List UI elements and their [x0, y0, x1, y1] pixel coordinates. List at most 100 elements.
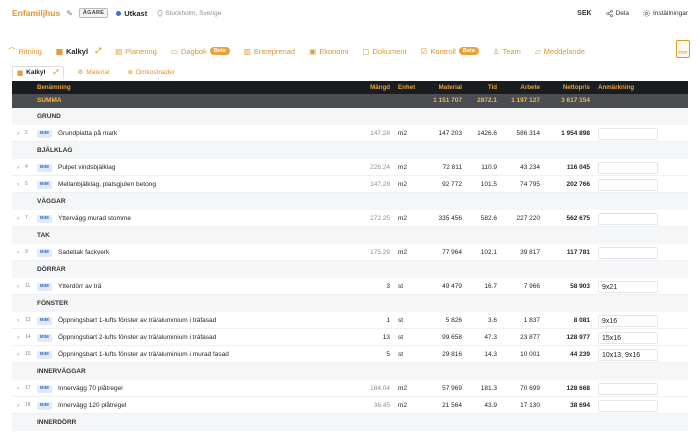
pdf-document-icon[interactable]: PDF	[676, 40, 690, 58]
group-name: INNERVÄGGAR	[37, 368, 86, 375]
item-work: 74 795	[520, 181, 540, 188]
note-field[interactable]: 9x21	[598, 281, 658, 293]
share-button[interactable]: Dela	[605, 10, 629, 17]
col-material-header[interactable]: Material	[439, 81, 462, 94]
item-material: 335 456	[438, 215, 463, 222]
expand-chevron-icon[interactable]: ›	[17, 397, 19, 414]
bim-badge: BIM	[37, 316, 52, 325]
item-unit: st	[398, 283, 404, 290]
item-net: 128 977	[566, 334, 591, 341]
sub-tabs: ▦ Kalkyl ⤢ ⚙ Material ⊕ Omkostnader	[12, 64, 179, 80]
tab-ekonomi[interactable]: ▣ Ekonomi	[309, 47, 348, 56]
tab-ritning[interactable]: ⌒ Ritning	[8, 46, 42, 57]
top-actions: SEK Dela Inställningar	[577, 0, 688, 26]
tab-kalkyl[interactable]: ▦ Kalkyl ⤢	[56, 46, 101, 56]
location-text: Stockholm, Sverige	[165, 9, 222, 17]
item-net: 38 694	[570, 402, 590, 409]
expand-chevron-icon[interactable]: ›	[17, 329, 19, 346]
item-qty: 5	[386, 351, 390, 358]
note-field[interactable]	[598, 179, 658, 191]
tab-team[interactable]: ♙ Team	[493, 47, 521, 56]
subtab-material[interactable]: ⚙ Material	[74, 66, 114, 78]
item-work: 43 234	[520, 164, 540, 171]
group-row: TAK	[12, 227, 688, 244]
table-row[interactable]: › 9 BIM Sadeltak fackverk 175.29 m2 77 964 102.…	[12, 244, 688, 261]
expand-chevron-icon[interactable]: ›	[17, 346, 19, 363]
table-row[interactable]: › 4 BIM Pulpet vindsbjälklag 226.24 m2 72 811 1…	[12, 159, 688, 176]
item-net: 562 675	[566, 215, 591, 222]
bim-badge: BIM	[37, 129, 52, 138]
subtab-kalkyl[interactable]: ▦ Kalkyl ⤢	[12, 65, 64, 79]
item-qty: 36.45	[373, 402, 390, 409]
note-field[interactable]	[598, 247, 658, 259]
expand-chevron-icon[interactable]: ›	[17, 278, 19, 295]
note-field[interactable]	[598, 400, 658, 412]
expand-chevron-icon[interactable]: ›	[17, 176, 19, 193]
tab-planering[interactable]: ▤ Planering	[115, 47, 157, 56]
note-field[interactable]: 10x13, 9x16	[598, 349, 658, 361]
tab-label: Ritning	[18, 46, 42, 56]
group-name: DÖRRAR	[37, 266, 66, 273]
item-qty: 147.28	[370, 181, 390, 188]
table-row[interactable]: › 11 BIM Ytterdörr av trä 3 st 49 479 16.7 7 966…	[12, 278, 688, 295]
table-row[interactable]: › 17 BIM Innervägg 70 plåtregel 184.04 m2 57 9…	[12, 380, 688, 397]
col-net-header[interactable]: Nettopris	[563, 81, 590, 94]
col-work-header[interactable]: Arbete	[520, 81, 540, 94]
tab-dagbok[interactable]: ▭ Dagbok Beta	[171, 47, 230, 56]
table-row[interactable]: › 18 BIM Innervägg 120 plåtregel 36.45 m2 21 5…	[12, 397, 688, 414]
expand-chevron-icon[interactable]: ›	[17, 210, 19, 227]
tab-entreprenad[interactable]: ▥ Entreprenad	[244, 47, 295, 56]
book-icon: ▭	[170, 46, 178, 56]
item-unit: m2	[398, 385, 408, 392]
table-row[interactable]: › 15 BIM Öppningsbart 1-lufts fönster av tr…	[12, 346, 688, 363]
table-row[interactable]: › 14 BIM Öppningsbart 2-lufts fönster av tr…	[12, 329, 688, 346]
item-unit: m2	[398, 130, 408, 137]
col-qty-header[interactable]: Mängd	[370, 81, 390, 94]
bim-badge: BIM	[37, 163, 52, 172]
expand-chevron-icon[interactable]: ›	[17, 312, 19, 329]
table-row[interactable]: › 13 BIM Öppningsbart 1-lufts fönster av tr…	[12, 312, 688, 329]
summary-net: 3 617 154	[561, 97, 590, 104]
currency-selector[interactable]: SEK	[577, 10, 591, 17]
chat-icon: ▱	[534, 46, 541, 56]
expand-chevron-icon[interactable]: ›	[17, 125, 19, 142]
note-field[interactable]	[598, 213, 658, 225]
table-row[interactable]: › 2 BIM Grundplatta på mark 147.28 m2 147 203 1…	[12, 125, 688, 142]
col-note-header[interactable]: Anmärkning	[598, 81, 658, 94]
note-field[interactable]: 15x16	[598, 332, 658, 344]
expand-chevron-icon[interactable]: ›	[17, 244, 19, 261]
note-field[interactable]	[598, 128, 658, 140]
status-dot-icon	[116, 10, 122, 16]
note-field[interactable]: 9x16	[598, 315, 658, 327]
tab-dokument[interactable]: ▢ Dokument	[362, 47, 406, 56]
expand-chevron-icon[interactable]: ›	[17, 159, 19, 176]
tab-kontroll[interactable]: ☑ Kontroll Beta	[421, 47, 479, 56]
settings-button[interactable]: Inställningar	[643, 10, 688, 17]
item-time: 181.3	[480, 385, 497, 392]
col-name-header[interactable]: Benämning	[37, 81, 71, 94]
table-row[interactable]: › 5 BIM Mellanbjälklag, platsgjuten betong 1…	[12, 176, 688, 193]
item-net: 128 668	[566, 385, 591, 392]
note-field[interactable]	[598, 162, 658, 174]
item-unit: m2	[398, 164, 408, 171]
bim-badge: BIM	[37, 248, 52, 257]
status-label[interactable]: Utkast	[124, 9, 147, 18]
expand-icon[interactable]: ⤢	[53, 69, 58, 77]
edit-pencil-icon[interactable]: ✎	[66, 9, 73, 18]
item-time: 47.3	[484, 334, 497, 341]
subtab-omkostnader[interactable]: ⊕ Omkostnader	[123, 66, 178, 78]
table-row[interactable]: › 7 BIM Yttervägg murad stomme 272.25 m2 335 4…	[12, 210, 688, 227]
row-number: 11	[25, 283, 31, 289]
item-material: 49 479	[442, 283, 462, 290]
expand-icon[interactable]: ⤢	[95, 46, 101, 56]
group-row: INNERDÖRR	[12, 414, 688, 431]
calculation-table: Benämning Mängd Enhet Material Tid Arbet…	[12, 81, 688, 431]
tab-label: Dokument	[372, 46, 407, 56]
col-time-header[interactable]: Tid	[488, 81, 497, 94]
col-unit-header[interactable]: Enhet	[398, 81, 415, 94]
item-name: Pulpet vindsbjälklag	[58, 164, 116, 171]
note-field[interactable]	[598, 383, 658, 395]
expand-chevron-icon[interactable]: ›	[17, 380, 19, 397]
tab-meddelande[interactable]: ▱ Meddelande	[535, 47, 585, 56]
item-qty: 147.28	[370, 130, 390, 137]
